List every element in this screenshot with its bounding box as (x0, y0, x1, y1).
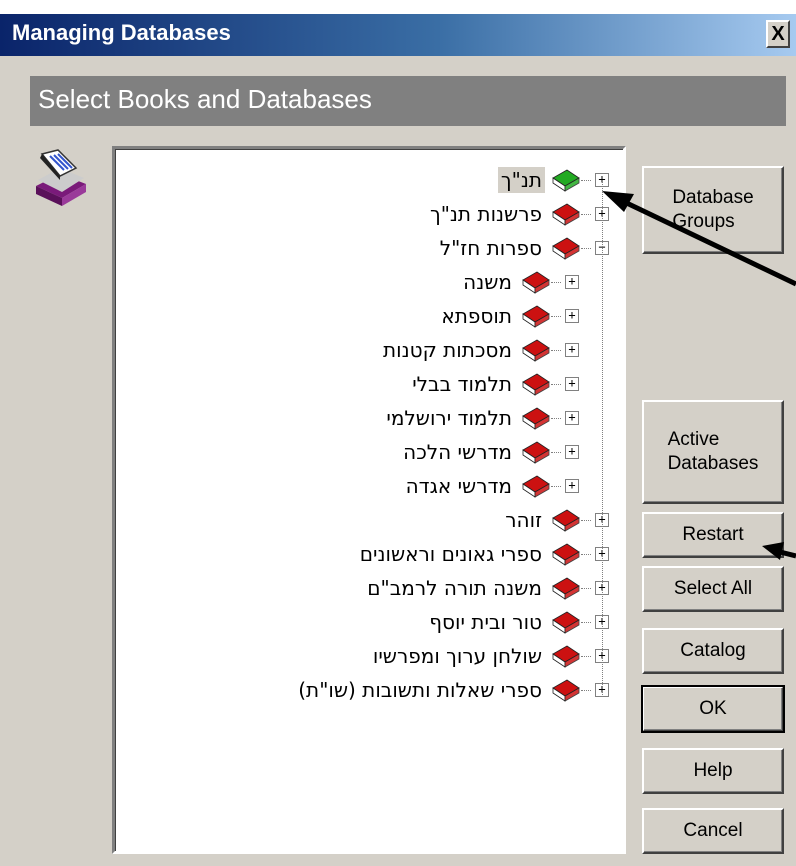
book-icon (552, 645, 580, 668)
tree-item-label[interactable]: זוהר (502, 507, 545, 533)
tree-connector (551, 349, 561, 351)
select-all-button[interactable]: Select All (642, 566, 784, 612)
tree-connector (551, 417, 561, 419)
books-database-icon (36, 149, 86, 206)
tree-item[interactable]: + מדרשי הלכה (394, 435, 579, 469)
tree-connector (551, 315, 561, 317)
tree-item-label[interactable]: תנ"ך (497, 167, 545, 193)
tree-connector (581, 519, 591, 521)
tree-item[interactable]: + פרשנות תנ"ך (421, 197, 609, 231)
tree-item[interactable]: + מסכתות קטנות (374, 333, 579, 367)
tree-item[interactable]: + ספרי שאלות ותשובות (שו"ת) (289, 673, 609, 707)
tree-connector (581, 247, 591, 249)
book-icon (552, 509, 580, 532)
tree-item[interactable]: + מדרשי אגדה (397, 469, 579, 503)
expand-icon[interactable]: + (565, 377, 579, 391)
tree-item[interactable]: + תוספתא (432, 299, 579, 333)
restart-button[interactable]: Restart (642, 512, 784, 558)
tree-vertical-connector (602, 177, 603, 697)
catalog-label: Catalog (680, 640, 746, 661)
tree-connector (581, 689, 591, 691)
title-bar[interactable]: Managing Databases X (0, 14, 796, 56)
tree-connector (581, 621, 591, 623)
tree-connector (581, 655, 591, 657)
book-icon (522, 475, 550, 498)
close-button[interactable]: X (766, 20, 790, 48)
tree-item-label[interactable]: פרשנות תנ"ך (427, 201, 545, 227)
tree-connector (551, 281, 561, 283)
expand-icon[interactable]: + (565, 479, 579, 493)
tree-connector (581, 553, 591, 555)
tree-item[interactable]: + ספרי גאונים וראשונים (351, 537, 609, 571)
book-icon (522, 441, 550, 464)
catalog-button[interactable]: Catalog (642, 628, 784, 674)
tree-item-label[interactable]: תלמוד ירושלמי (383, 405, 515, 431)
tree-item[interactable]: + תנ"ך (492, 163, 609, 197)
tree-item[interactable]: + תלמוד ירושלמי (377, 401, 579, 435)
book-icon (552, 203, 580, 226)
book-icon (522, 373, 550, 396)
active-databases-label-line2: Databases (667, 453, 759, 474)
managing-databases-dialog: Managing Databases X Select Books and Da… (0, 14, 796, 866)
tree-item[interactable]: + משנה (454, 265, 579, 299)
tree-item[interactable]: − ספרות חז"ל (431, 231, 609, 265)
database-tree[interactable]: + תנ"ך + פרשנות תנ"ך − ספרות חז"ל + משנה + תוספתא… (112, 146, 626, 854)
expand-icon[interactable]: + (565, 343, 579, 357)
database-groups-label-line1: Database (672, 187, 754, 208)
book-icon (552, 611, 580, 634)
book-icon (552, 543, 580, 566)
ok-label: OK (699, 698, 727, 719)
tree-item-label[interactable]: משנה (460, 269, 515, 295)
tree-item-label[interactable]: טור ובית יוסף (426, 609, 545, 635)
tree-item-label[interactable]: תוספתא (438, 303, 515, 329)
tree-item[interactable]: + תלמוד בבלי (403, 367, 579, 401)
restart-label: Restart (682, 524, 744, 545)
tree-item[interactable]: + טור ובית יוסף (420, 605, 609, 639)
ok-button[interactable]: OK (641, 685, 785, 733)
tree-item[interactable]: + זוהר (496, 503, 609, 537)
expand-icon[interactable]: + (565, 275, 579, 289)
tree-item-label[interactable]: שולחן ערוך ומפרשיו (370, 643, 545, 669)
tree-item[interactable]: + שולחן ערוך ומפרשיו (364, 639, 609, 673)
cancel-button[interactable]: Cancel (642, 808, 784, 854)
active-databases-button[interactable]: Active Databases (642, 400, 784, 504)
book-icon (522, 271, 550, 294)
tree-item-label[interactable]: ספרי שאלות ותשובות (שו"ת) (295, 677, 545, 703)
tree-item-label[interactable]: משנה תורה לרמב"ם (364, 575, 545, 601)
tree-item-label[interactable]: תלמוד בבלי (409, 371, 515, 397)
book-icon (552, 577, 580, 600)
tree-connector (551, 383, 561, 385)
tree-item[interactable]: + משנה תורה לרמב"ם (358, 571, 609, 605)
database-groups-label-line2: Groups (672, 211, 735, 232)
tree-connector (551, 485, 561, 487)
book-icon (522, 305, 550, 328)
active-databases-label-line1: Active (667, 429, 720, 450)
book-icon (552, 237, 580, 260)
tree-connector (551, 451, 561, 453)
select-all-label: Select All (673, 578, 753, 599)
expand-icon[interactable]: + (565, 309, 579, 323)
expand-icon[interactable]: + (565, 411, 579, 425)
tree-item-label[interactable]: מדרשי אגדה (403, 473, 515, 499)
tree-item-label[interactable]: ספרות חז"ל (437, 235, 545, 261)
book-icon (522, 339, 550, 362)
tree-item-label[interactable]: מדרשי הלכה (400, 439, 515, 465)
tree-connector (581, 179, 591, 181)
window-title: Managing Databases (12, 20, 231, 45)
expand-icon[interactable]: + (565, 445, 579, 459)
tree-item-label[interactable]: ספרי גאונים וראשונים (357, 541, 545, 567)
tree-connector (581, 587, 591, 589)
tree-connector (581, 213, 591, 215)
database-groups-button[interactable]: Database Groups (642, 166, 784, 254)
book-icon (552, 679, 580, 702)
section-header: Select Books and Databases (30, 76, 786, 126)
book-icon (552, 169, 580, 192)
tree-item-label[interactable]: מסכתות קטנות (380, 337, 515, 363)
book-icon (522, 407, 550, 430)
help-label: Help (693, 760, 733, 781)
section-header-title: Select Books and Databases (38, 84, 372, 114)
cancel-label: Cancel (683, 820, 743, 841)
close-icon: X (771, 23, 785, 45)
help-button[interactable]: Help (642, 748, 784, 794)
